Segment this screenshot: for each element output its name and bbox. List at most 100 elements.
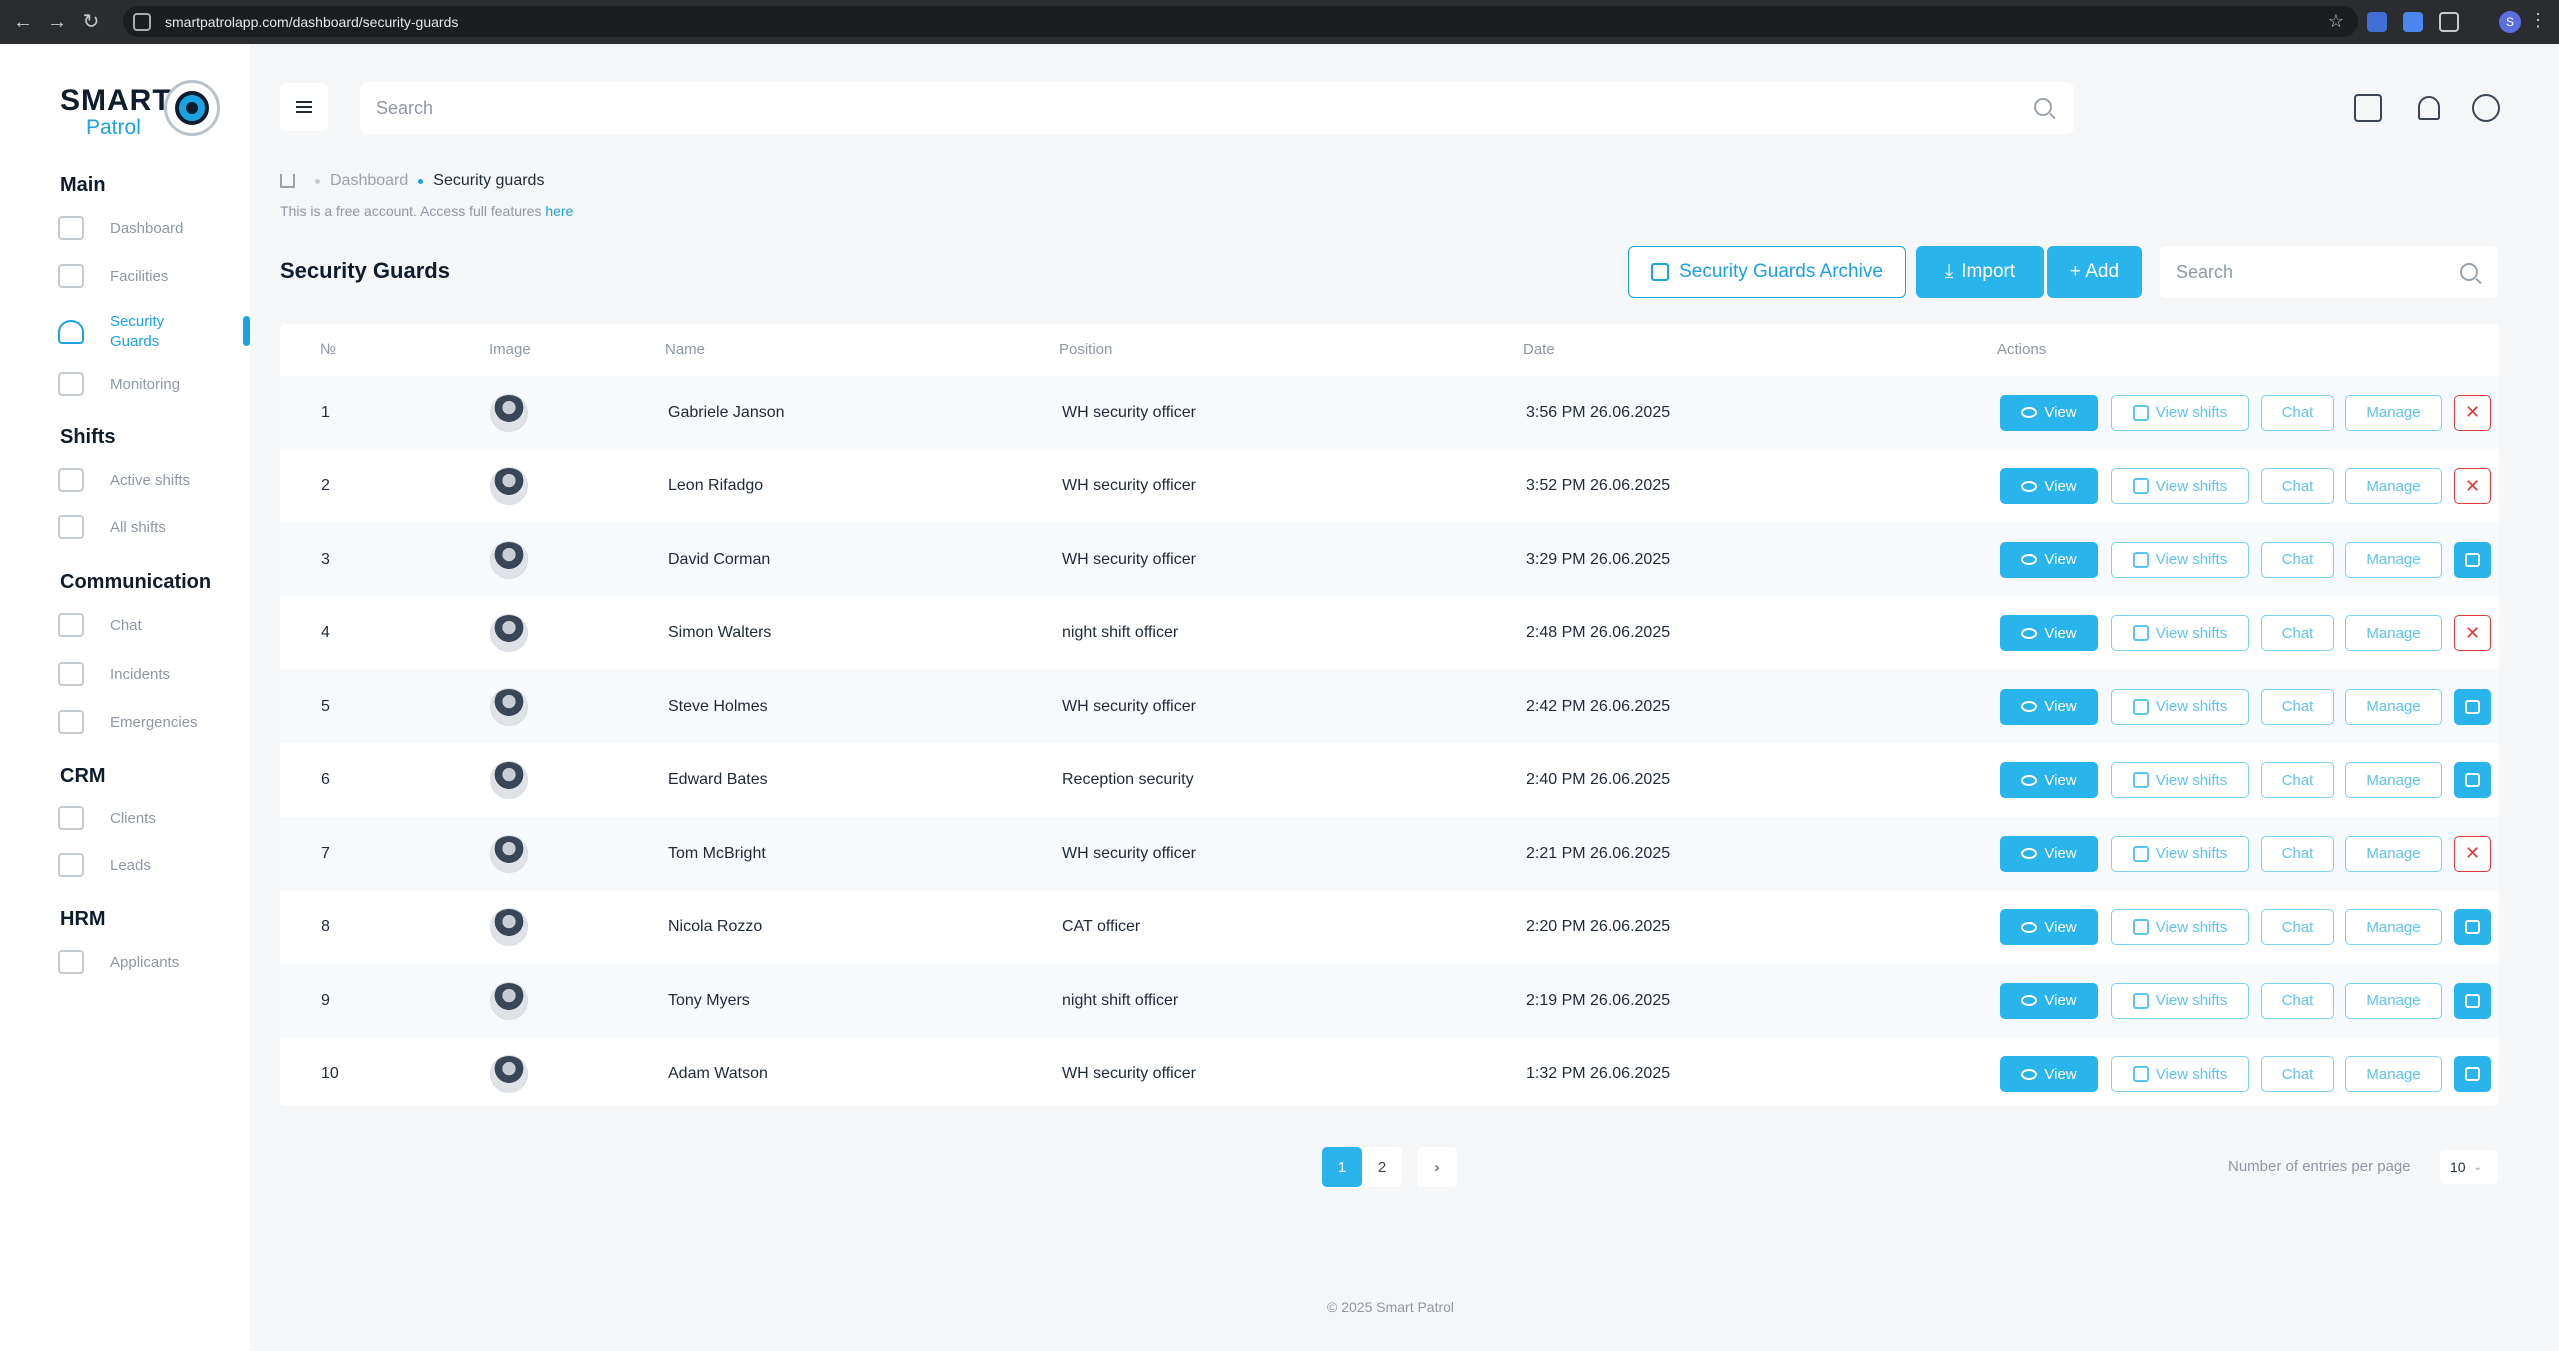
archive-icon [2465, 920, 2480, 934]
page-1-button[interactable]: 1 [1322, 1147, 1362, 1187]
forward-icon[interactable]: → [46, 11, 68, 33]
sidebar-item-clients[interactable]: Clients [58, 806, 250, 830]
browser-menu-icon[interactable]: ⋮ [2529, 10, 2547, 31]
sidebar-item-emergencies[interactable]: Emergencies [58, 710, 250, 734]
view-button[interactable]: View [2000, 835, 2098, 872]
archive-button[interactable] [2454, 762, 2491, 798]
archive-button[interactable] [2454, 909, 2491, 945]
delete-button[interactable]: ✕ [2454, 835, 2491, 872]
view-shifts-button[interactable]: View shifts [2111, 468, 2249, 504]
guard-date: 2:19 PM 26.06.2025 [1526, 991, 1671, 1009]
view-shifts-button[interactable]: View shifts [2111, 982, 2249, 1019]
security-guards-archive-button[interactable]: Security Guards Archive [1628, 246, 1906, 298]
archive-button[interactable] [2454, 982, 2491, 1019]
sidebar-item-all-shifts[interactable]: All shifts [58, 515, 250, 539]
menu-toggle-button[interactable] [280, 83, 328, 131]
breadcrumb-dashboard-link[interactable]: Dashboard [330, 172, 408, 190]
next-page-button[interactable]: › [1417, 1147, 1457, 1187]
profile-avatar[interactable]: S [2499, 11, 2521, 33]
bookmark-star-icon[interactable]: ☆ [2328, 11, 2344, 32]
eye-icon [2021, 554, 2038, 565]
view-button[interactable]: View [2000, 688, 2098, 725]
guards-search-input[interactable] [2160, 246, 2498, 298]
view-button[interactable]: View [2000, 762, 2098, 798]
manage-button[interactable]: Manage [2345, 909, 2442, 945]
manage-button[interactable]: Manage [2345, 982, 2442, 1019]
address-bar[interactable]: smartpatrolapp.com/dashboard/security-gu… [123, 6, 2358, 37]
delete-button[interactable]: ✕ [2454, 468, 2491, 504]
entries-per-page-select[interactable]: 10 ⌄ [2440, 1150, 2498, 1184]
view-button[interactable]: View [2000, 982, 2098, 1019]
home-icon[interactable] [280, 174, 295, 188]
view-shifts-button[interactable]: View shifts [2111, 394, 2249, 431]
chat-button[interactable]: Chat [2261, 982, 2334, 1019]
sidebar-item-chat[interactable]: Chat [58, 613, 250, 637]
manage-button[interactable]: Manage [2345, 615, 2442, 651]
sidebar-item-active-shifts[interactable]: Active shifts [58, 468, 250, 492]
user-account-icon[interactable] [2472, 94, 2500, 122]
archive-button[interactable] [2454, 688, 2491, 725]
global-search-input[interactable] [360, 82, 2074, 134]
view-button[interactable]: View [2000, 615, 2098, 651]
page-2-button[interactable]: 2 [1362, 1147, 1402, 1187]
view-button[interactable]: View [2000, 909, 2098, 945]
eye-icon [2021, 921, 2038, 933]
logo-patrol-text: Patrol [86, 116, 141, 139]
view-shifts-button[interactable]: View shifts [2111, 688, 2249, 725]
view-shifts-button[interactable]: View shifts [2111, 541, 2249, 578]
view-button[interactable]: View [2000, 394, 2098, 431]
archive-button[interactable] [2454, 541, 2491, 578]
sidebar-item-applicants[interactable]: Applicants [58, 950, 250, 974]
view-shifts-button[interactable]: View shifts [2111, 835, 2249, 872]
chat-button[interactable]: Chat [2261, 909, 2334, 945]
delete-button[interactable]: ✕ [2454, 394, 2491, 431]
bell-icon[interactable] [2418, 96, 2440, 120]
view-shifts-button[interactable]: View shifts [2111, 1056, 2249, 1092]
sidebar-item-dashboard[interactable]: Dashboard [58, 216, 250, 240]
chat-button[interactable]: Chat [2261, 688, 2334, 725]
view-shifts-button[interactable]: View shifts [2111, 762, 2249, 798]
manage-button[interactable]: Manage [2345, 468, 2442, 504]
sidebar-item-facilities[interactable]: Facilities [58, 264, 250, 288]
chat-button[interactable]: Chat [2261, 468, 2334, 504]
view-shifts-button[interactable]: View shifts [2111, 615, 2249, 651]
view-button[interactable]: View [2000, 1056, 2098, 1092]
manage-button[interactable]: Manage [2345, 688, 2442, 725]
chat-button[interactable]: Chat [2261, 615, 2334, 651]
upgrade-link[interactable]: here [545, 203, 573, 219]
chat-button[interactable]: Chat [2261, 762, 2334, 798]
import-button[interactable]: ⤓ Import [1916, 246, 2044, 298]
manage-button[interactable]: Manage [2345, 1056, 2442, 1092]
messages-icon[interactable] [2354, 94, 2382, 122]
delete-button[interactable]: ✕ [2454, 615, 2491, 651]
search-icon[interactable] [2460, 263, 2478, 281]
view-button[interactable]: View [2000, 468, 2098, 504]
chat-button[interactable]: Chat [2261, 394, 2334, 431]
manage-button[interactable]: Manage [2345, 394, 2442, 431]
archive-button-label: Security Guards Archive [1679, 261, 1883, 282]
view-shifts-button[interactable]: View shifts [2111, 909, 2249, 945]
archive-button[interactable] [2454, 1056, 2491, 1092]
column-header-date: Date [1523, 341, 1555, 358]
search-icon[interactable] [2034, 98, 2052, 116]
site-info-icon[interactable] [133, 12, 151, 31]
reload-icon[interactable]: ↻ [80, 11, 102, 33]
manage-button[interactable]: Manage [2345, 835, 2442, 872]
extension-icon[interactable] [2367, 12, 2387, 32]
manage-button[interactable]: Manage [2345, 541, 2442, 578]
chat-button[interactable]: Chat [2261, 541, 2334, 578]
back-icon[interactable]: ← [12, 11, 34, 33]
translate-icon[interactable] [2403, 12, 2423, 32]
view-button[interactable]: View [2000, 541, 2098, 578]
sidebar-item-monitoring[interactable]: Monitoring [58, 372, 250, 396]
extensions-puzzle-icon[interactable] [2439, 12, 2459, 32]
add-button[interactable]: + Add [2047, 246, 2142, 298]
guard-name: Nicola Rozzo [668, 918, 763, 935]
smart-patrol-logo[interactable]: SMART Patrol [58, 80, 223, 140]
sidebar-item-security-guards[interactable]: Security Guards [58, 312, 250, 352]
sidebar-item-leads[interactable]: Leads [58, 853, 250, 877]
manage-button[interactable]: Manage [2345, 762, 2442, 798]
chat-button[interactable]: Chat [2261, 1056, 2334, 1092]
chat-button[interactable]: Chat [2261, 835, 2334, 872]
sidebar-item-incidents[interactable]: Incidents [58, 662, 250, 686]
